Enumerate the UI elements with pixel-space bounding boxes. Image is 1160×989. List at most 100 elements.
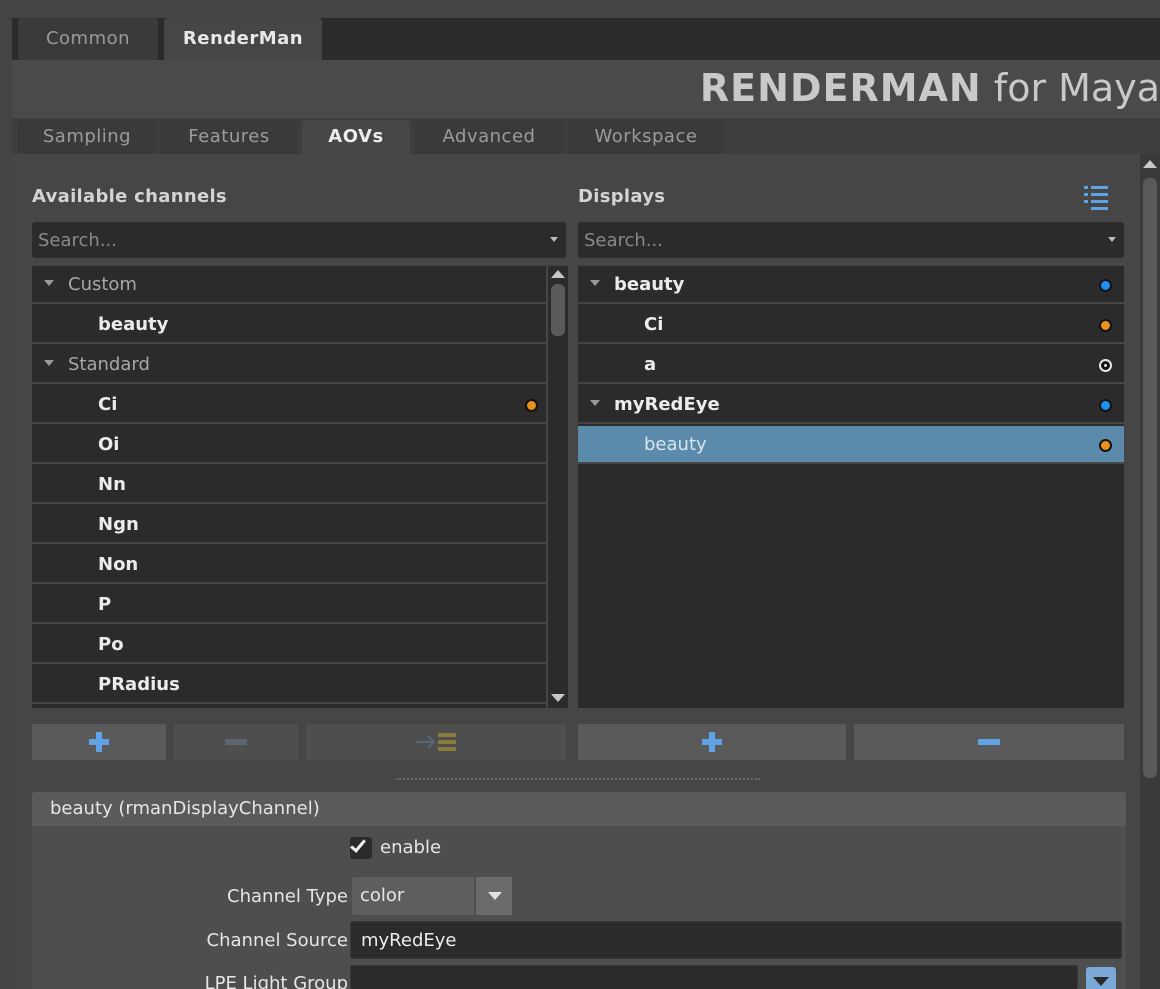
available-search[interactable] bbox=[32, 222, 566, 258]
channel-source-label: Channel Source bbox=[206, 930, 348, 951]
available-list-item[interactable]: Oi bbox=[32, 426, 546, 464]
render-settings-window: Common RenderMan RENDERMAN for Maya Samp… bbox=[0, 0, 1160, 989]
orange-dot-icon[interactable] bbox=[1099, 439, 1112, 452]
white-dot-icon[interactable] bbox=[1099, 359, 1112, 372]
scroll-thumb[interactable] bbox=[551, 284, 565, 336]
display-row-label: Ci bbox=[644, 314, 664, 335]
display-list-item[interactable]: a bbox=[578, 346, 1124, 384]
available-group-row[interactable]: Custom bbox=[32, 266, 546, 304]
scroll-thumb[interactable] bbox=[1143, 178, 1157, 778]
available-list-item[interactable]: beauty bbox=[32, 306, 546, 344]
remove-display-button[interactable] bbox=[854, 724, 1124, 760]
banner-suffix: for Maya bbox=[981, 66, 1160, 110]
displays-search-input[interactable] bbox=[578, 222, 1100, 258]
blue-dot-icon[interactable] bbox=[1099, 279, 1112, 292]
add-channel-button[interactable] bbox=[32, 724, 166, 760]
display-menu-icon[interactable] bbox=[1084, 186, 1112, 212]
tab-advanced[interactable]: Advanced bbox=[414, 120, 564, 154]
display-row-label: beauty bbox=[644, 434, 707, 455]
available-channels-list: Custom beauty Standard Ci Oi Nn Ngn Non P Po PRadi… bbox=[32, 266, 546, 708]
channel-type-value: color bbox=[360, 885, 405, 906]
available-row-label: Nn bbox=[98, 474, 126, 495]
available-row-label: Ngn bbox=[98, 514, 139, 535]
add-to-display-icon bbox=[416, 733, 456, 751]
attr-section-header[interactable]: beauty (rmanDisplayChannel) bbox=[32, 792, 1126, 826]
aovs-content: Available channels Displays Custom beauty… bbox=[12, 154, 1160, 989]
add-to-display-button[interactable] bbox=[306, 724, 566, 760]
display-row-label: beauty bbox=[614, 274, 685, 295]
displays-search-dropdown-icon[interactable] bbox=[1108, 237, 1116, 242]
orange-dot-icon[interactable] bbox=[1099, 319, 1112, 332]
splitter-handle[interactable] bbox=[396, 778, 760, 780]
display-list-item[interactable]: Ci bbox=[578, 306, 1124, 344]
available-list-scrollbar[interactable] bbox=[548, 266, 568, 708]
tab-sampling[interactable]: Sampling bbox=[18, 120, 156, 154]
chevron-down-icon[interactable] bbox=[474, 877, 512, 915]
tab-aovs[interactable]: AOVs bbox=[302, 120, 410, 154]
available-list-item[interactable]: Po bbox=[32, 626, 546, 664]
available-list-item[interactable]: Non bbox=[32, 546, 546, 584]
scroll-down-arrow-icon[interactable] bbox=[551, 694, 565, 702]
available-group-row[interactable]: Standard bbox=[32, 346, 546, 384]
enable-checkbox[interactable] bbox=[350, 836, 372, 859]
available-channels-label: Available channels bbox=[32, 186, 227, 207]
checkmark-icon bbox=[350, 836, 366, 853]
orange-dot-icon[interactable] bbox=[525, 399, 538, 412]
lpe-light-group-field[interactable] bbox=[350, 965, 1078, 989]
display-row-label: a bbox=[644, 354, 657, 375]
available-list-item[interactable]: Ngn bbox=[32, 506, 546, 544]
available-row-label: Standard bbox=[68, 354, 150, 375]
renderman-banner: RENDERMAN for Maya bbox=[12, 60, 1160, 118]
available-search-input[interactable] bbox=[32, 222, 542, 258]
channel-source-input[interactable] bbox=[351, 922, 1121, 958]
display-row-label: myRedEye bbox=[614, 394, 720, 415]
display-group-row[interactable]: myRedEye bbox=[578, 386, 1124, 424]
displays-search[interactable] bbox=[578, 222, 1124, 258]
scroll-up-arrow-icon[interactable] bbox=[1143, 160, 1157, 168]
channel-type-select[interactable]: color bbox=[352, 877, 512, 915]
displays-list: beauty Ci a myRedEye beauty bbox=[578, 266, 1124, 708]
available-row-label: P bbox=[98, 594, 112, 615]
blue-dot-icon[interactable] bbox=[1099, 399, 1112, 412]
minus-icon bbox=[225, 739, 247, 745]
tab-workspace[interactable]: Workspace bbox=[568, 120, 724, 154]
channel-type-label: Channel Type bbox=[227, 886, 348, 907]
tab-common[interactable]: Common bbox=[18, 18, 158, 60]
lpe-light-group-input[interactable] bbox=[351, 966, 1077, 989]
expand-triangle-icon[interactable] bbox=[44, 360, 54, 366]
main-scrollbar[interactable] bbox=[1140, 154, 1160, 989]
available-list-item[interactable]: Ci bbox=[32, 386, 546, 424]
remove-channel-button[interactable] bbox=[174, 724, 298, 760]
available-row-label: Custom bbox=[68, 274, 137, 295]
channel-source-field[interactable] bbox=[350, 921, 1122, 959]
enable-label: enable bbox=[380, 837, 442, 858]
available-list-item[interactable]: P bbox=[32, 586, 546, 624]
available-row-label: Ci bbox=[98, 394, 118, 415]
tab-features[interactable]: Features bbox=[160, 120, 298, 154]
display-group-row[interactable]: beauty bbox=[578, 266, 1124, 304]
available-search-dropdown-icon[interactable] bbox=[550, 237, 558, 242]
minus-icon bbox=[978, 739, 1000, 745]
sub-tab-bar: Sampling Features AOVs Advanced Workspac… bbox=[12, 118, 1160, 154]
expand-triangle-icon[interactable] bbox=[590, 400, 600, 406]
add-display-button[interactable] bbox=[578, 724, 846, 760]
available-list-item[interactable]: PRadius bbox=[32, 666, 546, 704]
lpe-light-group-label: LPE Light Group bbox=[204, 973, 348, 989]
available-row-label: Oi bbox=[98, 434, 120, 455]
attr-section-body: enable Channel Type color Channel Source… bbox=[32, 826, 1126, 989]
available-list-item[interactable]: Nn bbox=[32, 466, 546, 504]
available-row-label: PRadius bbox=[98, 674, 180, 695]
expand-triangle-icon[interactable] bbox=[590, 280, 600, 286]
displays-label: Displays bbox=[578, 186, 666, 207]
scroll-up-arrow-icon[interactable] bbox=[551, 270, 565, 278]
top-tab-bar: Common RenderMan bbox=[12, 18, 1160, 60]
tab-renderman[interactable]: RenderMan bbox=[164, 18, 322, 60]
renderman-logo: RENDERMAN for Maya bbox=[700, 66, 1160, 110]
available-row-label: Po bbox=[98, 634, 124, 655]
display-list-item[interactable]: beauty bbox=[578, 426, 1124, 464]
plus-icon bbox=[702, 732, 722, 752]
expand-triangle-icon[interactable] bbox=[44, 280, 54, 286]
available-row-label: Non bbox=[98, 554, 139, 575]
plus-icon bbox=[89, 732, 109, 752]
lpe-dropdown-button[interactable] bbox=[1086, 967, 1116, 989]
